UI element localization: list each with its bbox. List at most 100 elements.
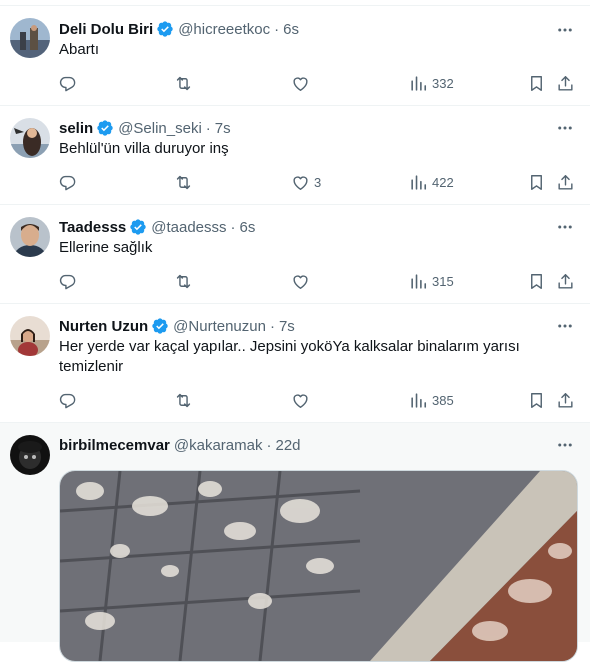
bookmark-icon — [531, 392, 542, 408]
like-button[interactable]: 3 — [291, 171, 321, 193]
views-button[interactable]: 385 — [409, 389, 454, 411]
timestamp[interactable]: 7s — [279, 318, 295, 335]
reply-icon — [59, 393, 76, 408]
reply-button[interactable] — [58, 389, 77, 411]
reply-icon — [59, 175, 76, 190]
tweet[interactable]: Nurten Uzun @Nurtenuzun · 7s Her yerde v… — [0, 304, 590, 423]
views-button[interactable]: 332 — [409, 72, 454, 94]
tweet[interactable]: birbilmecemvar @kakaramak · 22d — [0, 423, 590, 662]
bookmark-button[interactable] — [527, 171, 546, 193]
more-icon[interactable] — [554, 436, 576, 454]
share-button[interactable] — [556, 389, 575, 411]
tweet-header: selin @Selin_seki · 7s — [59, 118, 231, 138]
views-count: 315 — [432, 273, 454, 289]
bookmark-icon — [531, 174, 542, 190]
timestamp[interactable]: 6s — [283, 21, 299, 38]
more-icon[interactable] — [554, 21, 576, 39]
verified-badge-icon — [151, 317, 169, 335]
user-handle[interactable]: @taadesss — [151, 219, 226, 236]
tweet[interactable]: Taadesss @taadesss · 6s Ellerine sağlık … — [0, 205, 590, 304]
reply-button[interactable] — [58, 72, 77, 94]
display-name[interactable]: selin — [59, 120, 93, 137]
share-icon — [558, 75, 573, 91]
tweet[interactable]: selin @Selin_seki · 7s Behlül'ün villa d… — [0, 106, 590, 205]
retweet-button[interactable] — [174, 270, 193, 292]
views-count: 385 — [432, 392, 454, 408]
avatar[interactable] — [10, 435, 50, 475]
avatar[interactable] — [10, 118, 50, 158]
separator-dot: · — [230, 218, 236, 236]
verified-badge-icon — [129, 218, 147, 236]
bookmark-icon — [531, 75, 542, 91]
user-handle[interactable]: @hicreeetkoc — [178, 21, 270, 38]
separator-dot: · — [269, 317, 275, 335]
tweet-text: Abartı — [59, 41, 100, 58]
tweet-text: Ellerine sağlık — [59, 239, 153, 256]
retweet-icon — [176, 175, 191, 189]
bookmark-icon — [531, 273, 542, 289]
avatar[interactable] — [10, 316, 50, 356]
like-icon — [293, 393, 308, 408]
views-icon — [411, 273, 427, 289]
views-button[interactable]: 422 — [409, 171, 454, 193]
timestamp[interactable]: 7s — [215, 120, 231, 137]
display-name[interactable]: Taadesss — [59, 219, 126, 236]
like-icon — [293, 274, 308, 289]
tweet-header: Nurten Uzun @Nurtenuzun · 7s — [59, 316, 295, 336]
tweet-media-image[interactable] — [59, 470, 578, 662]
like-icon — [293, 76, 308, 91]
like-count: 3 — [314, 174, 322, 190]
more-icon[interactable] — [554, 218, 576, 236]
bookmark-button[interactable] — [527, 389, 546, 411]
tweet-text: Her yerde var kaçal yapılar.. Jepsini yo… — [59, 338, 520, 375]
like-button[interactable] — [291, 389, 314, 411]
display-name[interactable]: Nurten Uzun — [59, 318, 148, 335]
bookmark-button[interactable] — [527, 72, 546, 94]
tweet-header: birbilmecemvar @kakaramak · 22d — [59, 435, 301, 455]
more-icon[interactable] — [554, 119, 576, 137]
retweet-button[interactable] — [174, 389, 193, 411]
reply-button[interactable] — [58, 270, 77, 292]
display-name[interactable]: Deli Dolu Biri — [59, 21, 153, 38]
tweet-actions: 385 — [0, 389, 590, 411]
views-button[interactable]: 315 — [409, 270, 454, 292]
views-count: 422 — [432, 174, 454, 190]
user-handle[interactable]: @Selin_seki — [118, 120, 202, 137]
tweet-text: Behlül'ün villa duruyor inş — [59, 140, 229, 157]
retweet-icon — [176, 393, 191, 407]
bookmark-button[interactable] — [527, 270, 546, 292]
share-button[interactable] — [556, 270, 575, 292]
tweet-actions: 3 422 — [0, 171, 590, 193]
tweet[interactable]: Deli Dolu Biri @hicreeetkoc · 6s Abartı … — [0, 6, 590, 106]
retweet-icon — [176, 274, 191, 288]
views-icon — [411, 75, 427, 91]
retweet-button[interactable] — [174, 72, 193, 94]
tweet-actions: 315 — [0, 270, 590, 292]
like-button[interactable] — [291, 72, 314, 94]
avatar[interactable] — [10, 217, 50, 257]
separator-dot: · — [274, 20, 280, 38]
user-handle[interactable]: @Nurtenuzun — [173, 318, 266, 335]
display-name[interactable]: birbilmecemvar — [59, 437, 170, 454]
share-button[interactable] — [556, 72, 575, 94]
views-icon — [411, 174, 427, 190]
retweet-button[interactable] — [174, 171, 193, 193]
tweet-actions: 332 — [0, 72, 590, 94]
share-icon — [558, 174, 573, 190]
avatar[interactable] — [10, 18, 50, 58]
reply-button[interactable] — [58, 171, 77, 193]
share-button[interactable] — [556, 171, 575, 193]
more-icon[interactable] — [554, 317, 576, 335]
verified-badge-icon — [156, 20, 174, 38]
separator-dot: · — [205, 119, 211, 137]
like-button[interactable] — [291, 270, 314, 292]
tweet-header: Taadesss @taadesss · 6s — [59, 217, 255, 237]
timestamp[interactable]: 22d — [275, 437, 300, 454]
views-count: 332 — [432, 75, 454, 91]
timestamp[interactable]: 6s — [240, 219, 256, 236]
tweet-header: Deli Dolu Biri @hicreeetkoc · 6s — [59, 19, 299, 39]
reply-icon — [59, 76, 76, 91]
user-handle[interactable]: @kakaramak — [174, 437, 263, 454]
verified-badge-icon — [96, 119, 114, 137]
views-icon — [411, 392, 427, 408]
